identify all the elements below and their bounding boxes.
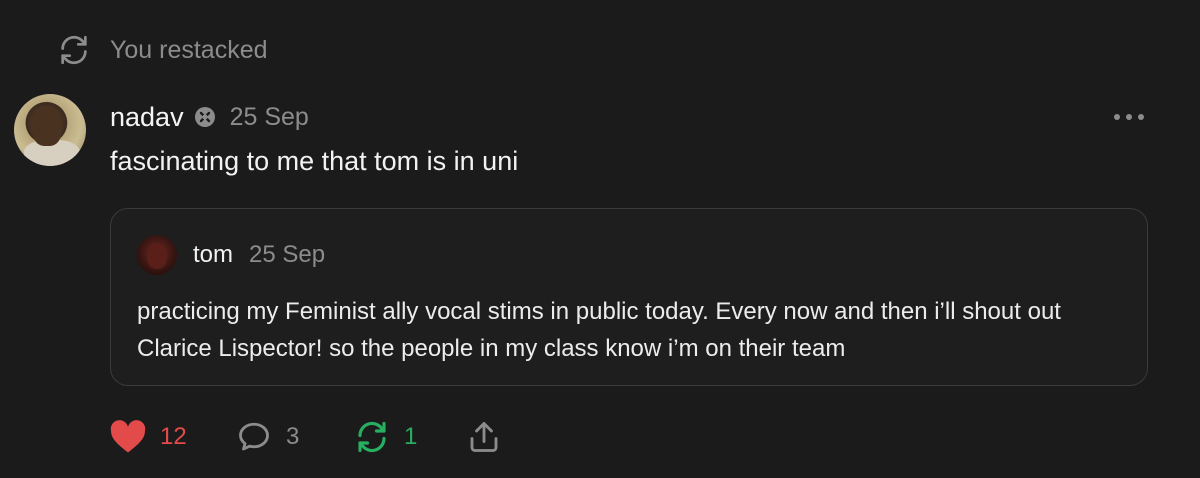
restack-button[interactable]: 1: [352, 416, 464, 458]
quoted-author-avatar[interactable]: [137, 235, 177, 275]
comment-icon: [234, 417, 274, 457]
share-button[interactable]: [464, 416, 504, 458]
comment-button[interactable]: 3: [234, 416, 352, 458]
post-header: nadav 25 Sep: [110, 98, 309, 136]
share-icon: [464, 417, 504, 457]
author-avatar[interactable]: [14, 94, 86, 166]
heart-icon: [108, 417, 148, 457]
like-count: 12: [160, 423, 187, 450]
subscriber-badge-icon: [194, 106, 216, 128]
restack-icon: [56, 32, 92, 68]
quoted-header: tom 25 Sep: [193, 239, 325, 271]
quoted-date: 25 Sep: [249, 241, 326, 268]
restack-count: 1: [404, 423, 418, 450]
author-name[interactable]: nadav: [110, 102, 184, 133]
post-date[interactable]: 25 Sep: [230, 103, 309, 132]
post-text: fascinating to me that tom is in uni: [110, 146, 519, 176]
action-bar: 12 3 1: [108, 416, 504, 458]
restack-notice-text: You restacked: [110, 35, 268, 64]
restack-icon: [352, 417, 392, 457]
quoted-author-name[interactable]: tom: [193, 241, 233, 269]
restack-notice: You restacked: [56, 30, 268, 70]
more-options-icon[interactable]: [1114, 112, 1144, 122]
like-button[interactable]: 12: [108, 416, 234, 458]
quoted-text: practicing my Feminist ally vocal stims …: [137, 298, 1061, 362]
comment-count: 3: [286, 423, 300, 450]
quoted-note[interactable]: tom 25 Sep practicing my Feminist ally v…: [110, 208, 1148, 386]
